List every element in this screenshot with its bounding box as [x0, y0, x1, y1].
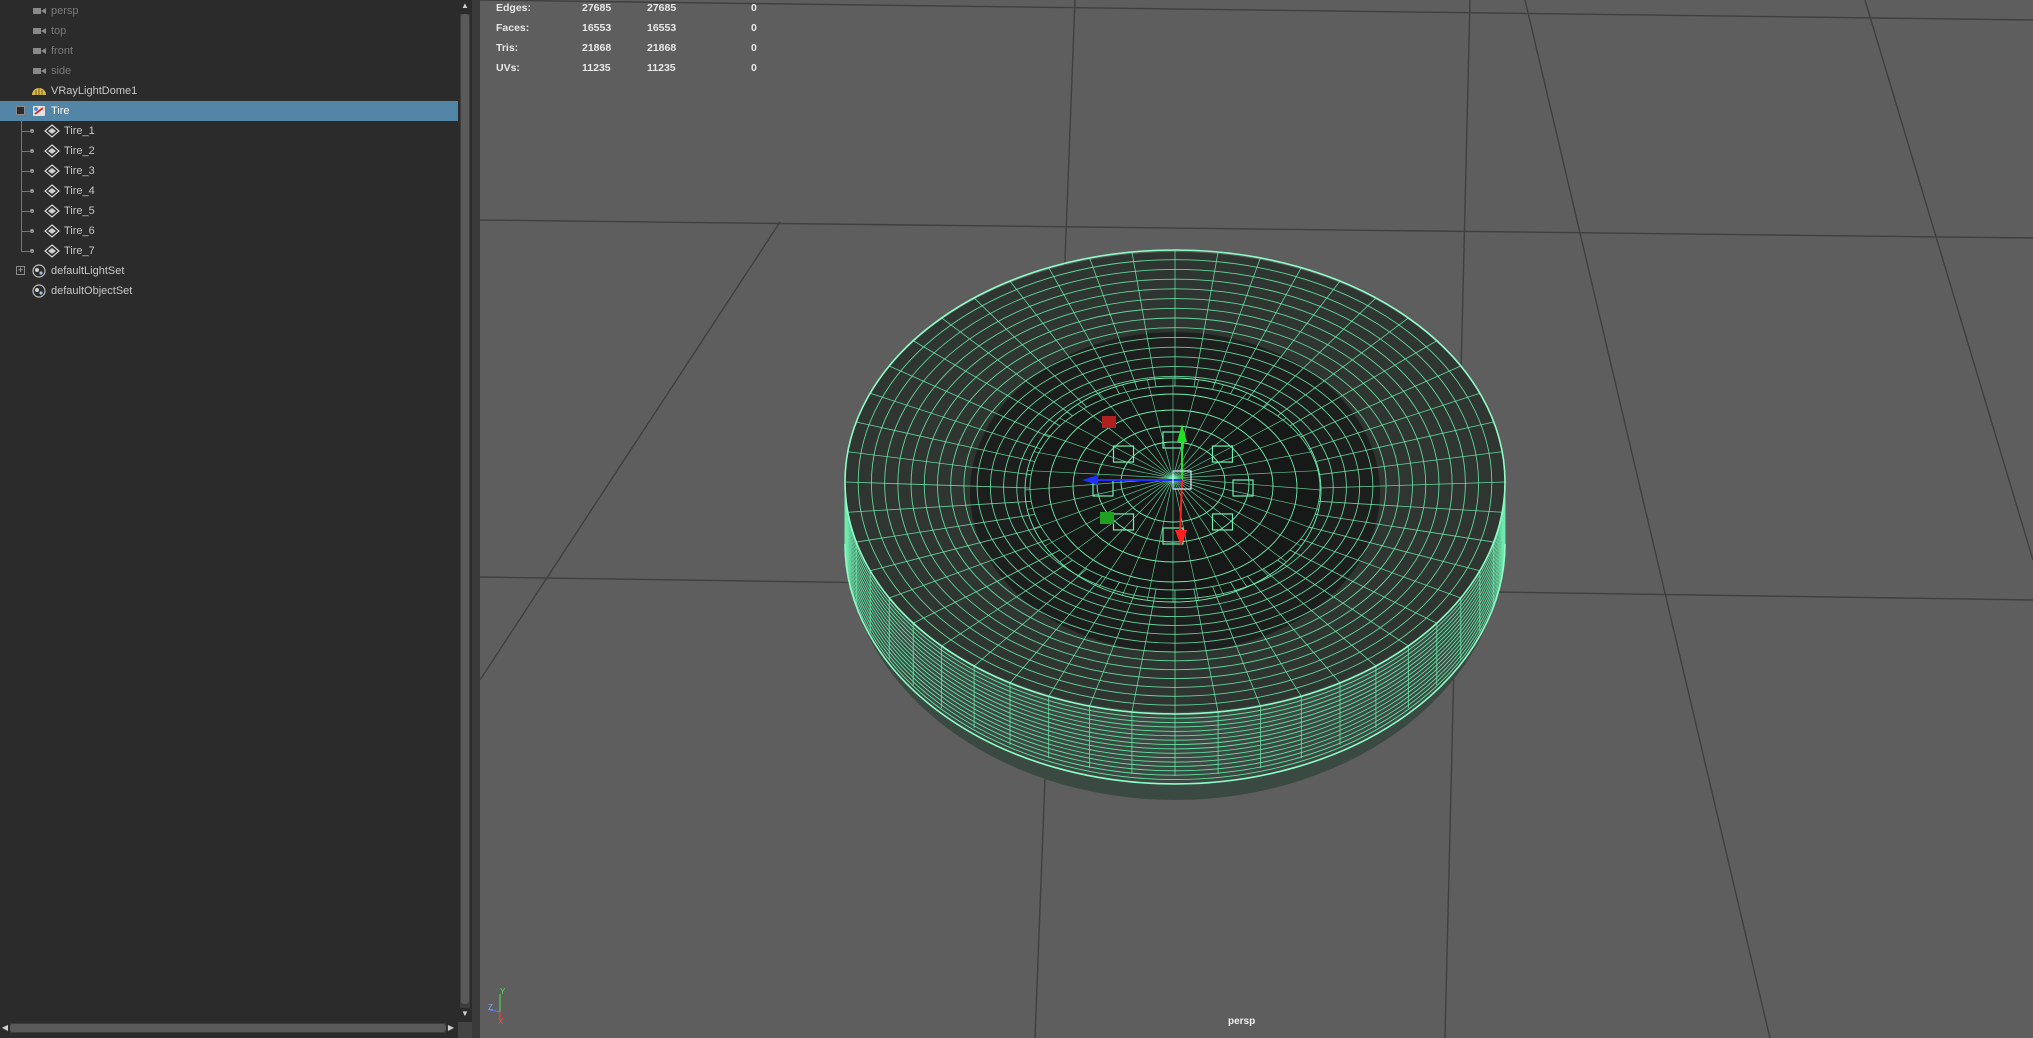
outliner-item-label: VRayLightDome1 [51, 85, 138, 97]
outliner-item-front[interactable]: front [0, 41, 458, 61]
tree-connector-branch [21, 131, 33, 132]
manip-plane-handle-xy[interactable] [1102, 416, 1116, 428]
camera-icon [31, 24, 47, 38]
collapse-minus-icon[interactable] [16, 106, 25, 115]
outliner-item-tire_5[interactable]: Tire_5 [0, 201, 458, 221]
scroll-thumb[interactable] [461, 14, 469, 1004]
axis-gizmo-icon: Y Z X [488, 988, 506, 1024]
outliner-item-label: Tire_1 [64, 125, 95, 137]
hud-value: UVs: [496, 62, 520, 74]
hud-value: Faces: [496, 22, 530, 34]
outliner-item-label: Tire_7 [64, 245, 95, 257]
axis-y-label: Y [500, 988, 506, 996]
mesh-icon [44, 124, 60, 138]
hud-value: 0 [751, 42, 757, 54]
hud-value: 21868 [582, 42, 612, 54]
outliner-item-top[interactable]: top [0, 21, 458, 41]
viewport-scene[interactable] [480, 0, 2033, 1038]
hscroll-thumb[interactable] [10, 1024, 446, 1032]
outliner-item-tire_1[interactable]: Tire_1 [0, 121, 458, 141]
hud-value: 0 [751, 62, 757, 74]
mesh-icon [44, 164, 60, 178]
grid-line [480, 221, 781, 681]
outliner-item-tire_2[interactable]: Tire_2 [0, 141, 458, 161]
tree-connector-branch [21, 171, 33, 172]
scroll-left-arrow-icon[interactable]: ◀ [0, 1022, 10, 1034]
mesh-icon [44, 184, 60, 198]
outliner-item-label: defaultObjectSet [51, 285, 133, 297]
grid-line [1524, 0, 1771, 1038]
mesh-icon [44, 224, 60, 238]
outliner-item-label: Tire_3 [64, 165, 95, 177]
outliner-item-tire[interactable]: Tire [0, 101, 458, 121]
outliner-item-label: Tire_6 [64, 225, 95, 237]
set-icon [31, 264, 47, 278]
viewport-persp[interactable]: Edges: 27685 27685 0 Faces: 16553 16553 0 Tris: 2… [480, 0, 2033, 1038]
outliner-item-side[interactable]: side [0, 61, 458, 81]
outliner-item-tire_6[interactable]: Tire_6 [0, 221, 458, 241]
outliner-item-label: front [51, 45, 74, 57]
outliner-item-label: persp [51, 5, 79, 17]
hud-value: 27685 [647, 2, 677, 14]
tree-connector-branch [21, 211, 33, 212]
outliner-item-label: side [51, 65, 72, 77]
camera-icon [31, 44, 47, 58]
outliner-item-persp[interactable]: persp [0, 1, 458, 21]
outliner-item-tire_4[interactable]: Tire_4 [0, 181, 458, 201]
scroll-down-arrow-icon[interactable]: ▼ [460, 1008, 470, 1020]
hud-value: 21868 [647, 42, 677, 54]
hud-value: 11235 [647, 62, 676, 74]
outliner-item-tire_3[interactable]: Tire_3 [0, 161, 458, 181]
outliner-panel: persp top front side VRayLightDome1 Tire Tire_… [0, 0, 458, 1038]
tire-wireframe[interactable] [844, 249, 1506, 800]
hud-value: Edges: [496, 2, 532, 14]
outliner-vertical-scrollbar[interactable]: ▲ ▼ [458, 0, 472, 1022]
outliner-item-label: Tire_5 [64, 205, 95, 217]
tree-connector-branch [21, 191, 33, 192]
expand-plus-icon[interactable]: + [16, 266, 25, 275]
camera-name-label: persp [1228, 1016, 1256, 1027]
outliner-item-vraylightdome1[interactable]: VRayLightDome1 [0, 81, 458, 101]
hud-value: 0 [751, 22, 757, 34]
hud-value: 0 [751, 2, 757, 14]
manip-plane-handle-xz[interactable] [1100, 512, 1114, 524]
axis-x-label: X [498, 1017, 504, 1024]
camera-icon [31, 4, 47, 18]
hud-value: 16553 [647, 22, 677, 34]
outliner-item-label: defaultLightSet [51, 265, 125, 277]
outliner-item-defaultlightset[interactable]: + defaultLightSet [0, 261, 458, 281]
mesh-icon [44, 244, 60, 258]
poly-count-hud: Edges: 27685 27685 0 Faces: 16553 16553 0 Tris: 2… [496, 2, 757, 82]
group-icon [31, 104, 47, 118]
outliner-item-label: Tire_2 [64, 145, 95, 157]
outliner-item-tire_7[interactable]: Tire_7 [0, 241, 458, 261]
mesh-icon [44, 144, 60, 158]
hud-value: 27685 [582, 2, 612, 14]
tree-connector-branch [21, 231, 33, 232]
grid-line [1864, 0, 2033, 561]
outliner-item-label: top [51, 25, 67, 37]
outliner-item-label: Tire [51, 105, 70, 117]
mesh-icon [44, 204, 60, 218]
outliner-horizontal-scrollbar[interactable]: ◀ ▶ [0, 1020, 458, 1036]
hud-value: 16553 [582, 22, 612, 34]
scroll-up-arrow-icon[interactable]: ▲ [460, 0, 470, 12]
hud-value: Tris: [496, 42, 519, 54]
axis-z-label: Z [488, 1003, 493, 1012]
grid-line [480, 219, 2033, 239]
hud-row-uvs: UVs: 11235 11235 0 [496, 62, 757, 82]
hud-row-tris: Tris: 21868 21868 0 [496, 42, 757, 62]
outliner-item-defaultobjectset[interactable]: defaultObjectSet [0, 281, 458, 301]
set-icon [31, 284, 47, 298]
hud-row-faces: Faces: 16553 16553 0 [496, 22, 757, 42]
camera-icon [31, 64, 47, 78]
hud-row-edges: Edges: 27685 27685 0 [496, 2, 757, 22]
panel-splitter[interactable] [472, 0, 480, 1038]
dome-light-icon [31, 84, 47, 98]
hud-value: 11235 [582, 62, 611, 74]
scroll-right-arrow-icon[interactable]: ▶ [446, 1022, 456, 1034]
tree-connector-branch [21, 251, 33, 252]
outliner-item-label: Tire_4 [64, 185, 95, 197]
tree-connector-branch [21, 151, 33, 152]
